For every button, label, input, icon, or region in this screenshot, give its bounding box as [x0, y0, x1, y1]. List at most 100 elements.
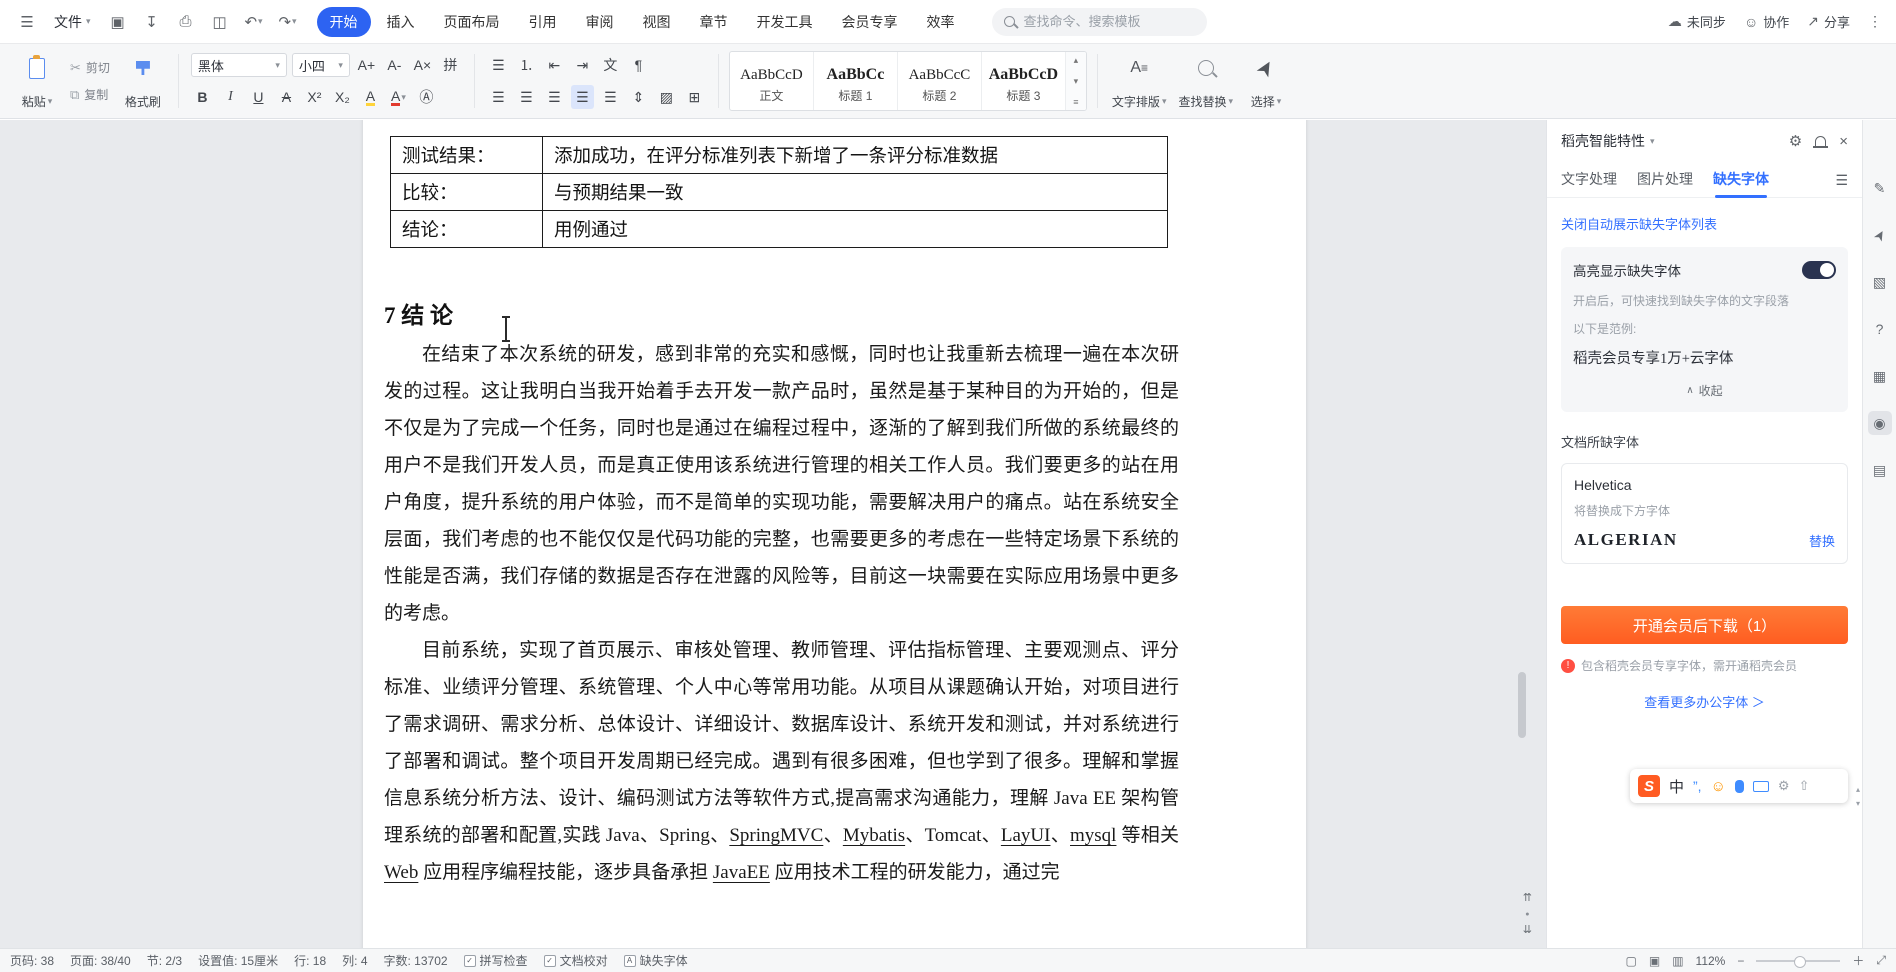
bullet-list-icon[interactable]: ☰	[487, 53, 510, 77]
align-justify-icon[interactable]: ☰	[571, 85, 594, 109]
more-fonts-link[interactable]: 查看更多办公字体 ＞	[1561, 692, 1848, 711]
paragraph-mark-icon[interactable]: ¶	[627, 53, 650, 77]
more-icon[interactable]: ⋮	[1868, 13, 1882, 30]
tab-view[interactable]: 视图	[630, 7, 684, 37]
gear-icon[interactable]: ⚙	[1789, 132, 1802, 150]
tab-text-processing[interactable]: 文字处理	[1561, 169, 1617, 189]
scrollbar-thumb[interactable]	[1518, 672, 1526, 738]
cut-button[interactable]: ✂ 剪切	[70, 59, 110, 76]
tab-home[interactable]: 开始	[317, 7, 371, 37]
replace-link[interactable]: 替换	[1809, 531, 1835, 550]
tab-insert[interactable]: 插入	[374, 7, 428, 37]
close-icon[interactable]: ×	[1839, 133, 1848, 150]
align-right-icon[interactable]: ☰	[543, 85, 566, 109]
bell-icon[interactable]	[1815, 136, 1826, 146]
style-normal[interactable]: AaBbCcD 正文	[730, 52, 814, 110]
styles-down-icon[interactable]: ▾	[1074, 76, 1079, 87]
keyboard-icon[interactable]	[1753, 781, 1769, 792]
undo-icon[interactable]: ↶▾	[241, 9, 267, 35]
share-button[interactable]: ↗ 分享	[1807, 12, 1850, 31]
emoji-icon[interactable]: ☺	[1711, 778, 1726, 795]
file-menu[interactable]: 文件 ▾	[48, 8, 97, 36]
font-size-combo[interactable]: 小四 ▾	[292, 53, 350, 77]
spell-check-toggle[interactable]: ✓ 拼写检查	[464, 952, 528, 969]
main-menu-icon[interactable]: ☰	[14, 9, 40, 35]
paste-button[interactable]: 粘贴▾	[10, 49, 64, 113]
line-spacing-icon[interactable]: ⇕	[627, 85, 650, 109]
fullscreen-icon[interactable]: ⤢	[1876, 953, 1886, 968]
format-painter-button[interactable]: 格式刷	[116, 49, 170, 113]
language-mode-icon[interactable]: 中	[1669, 776, 1684, 797]
pinyin-guide-icon[interactable]: 拼	[439, 53, 462, 77]
tab-image-processing[interactable]: 图片处理	[1637, 169, 1693, 189]
select-button[interactable]: ➤ 选择▾	[1239, 49, 1293, 113]
numbered-list-icon[interactable]: ⒈	[515, 53, 538, 77]
decrease-font-icon[interactable]: A-	[383, 53, 406, 77]
zoom-slider[interactable]	[1756, 960, 1840, 962]
borders-icon[interactable]: ⊞	[683, 85, 706, 109]
style-heading-2[interactable]: AaBbCcC 标题 2	[898, 52, 982, 110]
zoom-level[interactable]: 112%	[1696, 954, 1726, 968]
ime-settings-icon[interactable]: ⚙	[1778, 778, 1790, 794]
browse-object-button[interactable]: ●	[1525, 911, 1529, 918]
search-input[interactable]	[1022, 13, 1192, 30]
collaborate-button[interactable]: ☺ 协作	[1744, 12, 1789, 31]
subscript-button[interactable]: X₂	[331, 85, 354, 109]
shading-icon[interactable]: ▨	[655, 85, 678, 109]
copy-button[interactable]: ⧉ 复制	[70, 86, 110, 103]
asian-layout-icon[interactable]: 文	[599, 53, 622, 77]
punctuation-icon[interactable]: ”,	[1693, 778, 1702, 794]
document-scrollbar[interactable]	[1518, 124, 1526, 852]
align-center-icon[interactable]: ☰	[515, 85, 538, 109]
test-result-table[interactable]: 测试结果： 添加成功，在评分标准列表下新增了一条评分标准数据 比较： 与预期结果…	[390, 136, 1168, 248]
format-roller-icon[interactable]: ▧	[1868, 270, 1892, 294]
ime-expand-icon[interactable]: ⇧	[1799, 778, 1810, 794]
tab-review[interactable]: 审阅	[573, 7, 627, 37]
font-color-button[interactable]: A	[391, 89, 400, 106]
member-download-button[interactable]: 开通会员后下载（1）	[1561, 606, 1848, 644]
style-heading-3[interactable]: AaBbCcD 标题 3	[982, 52, 1066, 110]
status-word-count[interactable]: 字数: 13702	[384, 952, 448, 969]
proofread-toggle[interactable]: ✓ 文档校对	[544, 952, 608, 969]
styles-more-icon[interactable]: ≡	[1073, 97, 1078, 107]
tab-member[interactable]: 会员专享	[829, 7, 911, 37]
decrease-indent-icon[interactable]: ⇤	[543, 53, 566, 77]
web-mode-icon[interactable]: ▥	[1672, 954, 1683, 968]
help-icon[interactable]: ?	[1868, 317, 1892, 341]
highlight-toggle[interactable]	[1802, 261, 1836, 279]
redo-icon[interactable]: ↷▾	[275, 9, 301, 35]
export-icon[interactable]: ↧	[139, 9, 165, 35]
panel-tab-menu-icon[interactable]: ☰	[1835, 172, 1848, 189]
close-auto-list-link[interactable]: 关闭自动展示缺失字体列表	[1561, 214, 1848, 233]
sync-status-button[interactable]: ☁ 未同步	[1668, 12, 1726, 31]
save-icon[interactable]: ▣	[105, 9, 131, 35]
tab-missing-fonts[interactable]: 缺失字体	[1713, 169, 1769, 189]
next-page-button[interactable]: ⇊	[1523, 925, 1532, 936]
location-pin-icon[interactable]: ◉	[1868, 411, 1892, 435]
zoom-out-icon[interactable]: −	[1737, 954, 1744, 968]
panel-scroll-down-icon[interactable]: ▾	[1856, 799, 1860, 808]
tab-section[interactable]: 章节	[687, 7, 741, 37]
tab-efficiency[interactable]: 效率	[914, 7, 968, 37]
find-replace-button[interactable]: 查找替换▾	[1172, 49, 1239, 113]
collapse-button[interactable]: ∧ 收起	[1573, 382, 1836, 399]
character-border-button[interactable]: Ⓐ	[415, 85, 438, 109]
zoom-in-icon[interactable]: ＋	[1852, 952, 1864, 969]
tab-page-layout[interactable]: 页面布局	[431, 7, 513, 37]
italic-button[interactable]: I	[219, 85, 242, 109]
distribute-icon[interactable]: ☰	[599, 85, 622, 109]
sogou-logo-icon[interactable]: S	[1638, 775, 1660, 797]
styles-up-icon[interactable]: ▴	[1074, 55, 1079, 66]
document-edit-icon[interactable]: ▤	[1868, 458, 1892, 482]
document-page[interactable]: 测试结果： 添加成功，在评分标准列表下新增了一条评分标准数据 比较： 与预期结果…	[363, 120, 1306, 948]
panel-scroll-up-icon[interactable]: ▴	[1856, 785, 1860, 794]
tab-developer[interactable]: 开发工具	[744, 7, 826, 37]
font-name-combo[interactable]: 黑体 ▾	[191, 53, 287, 77]
pen-icon[interactable]: ✎	[1868, 176, 1892, 200]
style-heading-1[interactable]: AaBbCc 标题 1	[814, 52, 898, 110]
superscript-button[interactable]: X²	[303, 85, 326, 109]
increase-font-icon[interactable]: A+	[355, 53, 378, 77]
microphone-icon[interactable]	[1735, 780, 1744, 793]
missing-font-indicator[interactable]: A 缺失字体	[624, 952, 688, 969]
bold-button[interactable]: B	[191, 85, 214, 109]
